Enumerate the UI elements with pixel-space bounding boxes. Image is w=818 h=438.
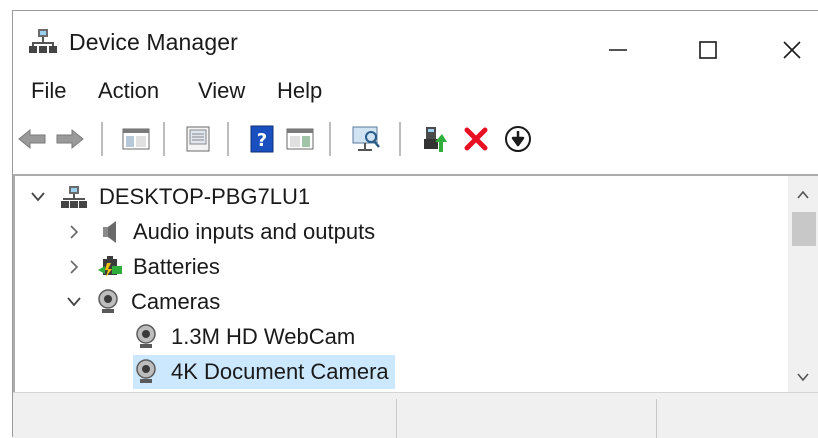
device-label: 1.3M HD WebCam xyxy=(171,324,356,349)
enable-device-button[interactable] xyxy=(501,122,535,156)
status-pane-divider xyxy=(656,399,657,438)
scan-hardware-changes-button[interactable] xyxy=(349,122,383,156)
category-label: Audio inputs and outputs xyxy=(133,219,376,244)
menu-help[interactable]: Help xyxy=(277,78,322,104)
enable-device-icon xyxy=(505,126,531,152)
maximize-button[interactable] xyxy=(663,22,753,78)
computer-name: DESKTOP-PBG7LU1 xyxy=(99,184,311,209)
tree-category-batteries[interactable]: Batteries xyxy=(65,250,220,284)
device-label: 4K Document Camera xyxy=(171,359,389,384)
chevron-up-icon xyxy=(797,190,809,199)
scroll-up-button[interactable] xyxy=(788,180,818,210)
help-button[interactable]: ? xyxy=(245,122,279,156)
properties-button[interactable] xyxy=(181,122,215,156)
scroll-down-button[interactable] xyxy=(788,362,818,392)
close-button[interactable] xyxy=(753,22,818,78)
minimize-button[interactable] xyxy=(573,22,663,78)
chevron-right-icon[interactable] xyxy=(65,223,83,241)
show-hide-console-tree-icon xyxy=(122,128,150,150)
forward-arrow-icon xyxy=(56,128,84,150)
svg-text:?: ? xyxy=(257,130,267,151)
help-icon: ? xyxy=(250,125,274,153)
close-icon xyxy=(783,41,801,59)
webcam-icon xyxy=(133,324,159,350)
toolbar-separator xyxy=(163,122,165,156)
computer-icon xyxy=(61,184,87,210)
chevron-down-icon[interactable] xyxy=(29,188,47,206)
status-bar xyxy=(13,392,818,438)
webcam-icon xyxy=(133,359,159,385)
toolbar-separator xyxy=(101,122,103,156)
tree-category-cameras[interactable]: Cameras xyxy=(65,285,220,319)
device-tree[interactable]: DESKTOP-PBG7LU1 Audio inputs and outputs… xyxy=(13,174,790,394)
window-title: Device Manager xyxy=(69,29,238,55)
back-button[interactable] xyxy=(15,122,49,156)
scan-hardware-changes-icon xyxy=(352,126,380,151)
speaker-icon xyxy=(97,219,123,245)
toolbar-separator xyxy=(399,122,401,156)
device-manager-app-icon xyxy=(29,28,57,54)
forward-button[interactable] xyxy=(53,122,87,156)
minimize-icon xyxy=(609,49,627,51)
menu-view[interactable]: View xyxy=(198,78,245,104)
toolbar-separator xyxy=(329,122,331,156)
battery-icon xyxy=(97,254,123,280)
update-driver-button[interactable] xyxy=(417,122,451,156)
menu-file[interactable]: File xyxy=(31,78,66,104)
properties-icon xyxy=(186,126,210,152)
chevron-down-icon xyxy=(797,373,809,382)
show-hide-action-pane-button[interactable] xyxy=(283,122,317,156)
chevron-down-icon[interactable] xyxy=(65,293,83,311)
menu-bar: File Action View Help xyxy=(13,72,818,112)
menu-action[interactable]: Action xyxy=(98,78,159,104)
tree-device-webcam[interactable]: 1.3M HD WebCam xyxy=(133,320,361,354)
webcam-icon xyxy=(95,289,121,315)
show-hide-action-pane-icon xyxy=(286,128,314,150)
vertical-scrollbar[interactable] xyxy=(788,174,818,394)
scroll-thumb[interactable] xyxy=(792,212,816,246)
back-arrow-icon xyxy=(18,128,46,150)
toolbar-separator xyxy=(227,122,229,156)
tree-category-audio[interactable]: Audio inputs and outputs xyxy=(65,215,375,249)
device-manager-window: Device Manager File Action View Help ? D… xyxy=(0,0,818,438)
uninstall-device-icon xyxy=(464,127,488,151)
title-bar[interactable]: Device Manager xyxy=(13,11,818,71)
toolbar: ? xyxy=(13,114,818,164)
category-label: Cameras xyxy=(131,289,221,314)
chevron-right-icon[interactable] xyxy=(65,258,83,276)
tree-device-document-camera[interactable]: 4K Document Camera xyxy=(133,355,395,389)
show-hide-console-tree-button[interactable] xyxy=(119,122,153,156)
uninstall-device-button[interactable] xyxy=(459,122,493,156)
maximize-icon xyxy=(699,41,717,59)
status-pane-divider xyxy=(396,399,397,438)
update-driver-icon xyxy=(424,127,447,152)
tree-root-computer[interactable]: DESKTOP-PBG7LU1 xyxy=(29,180,310,214)
category-label: Batteries xyxy=(133,254,220,279)
